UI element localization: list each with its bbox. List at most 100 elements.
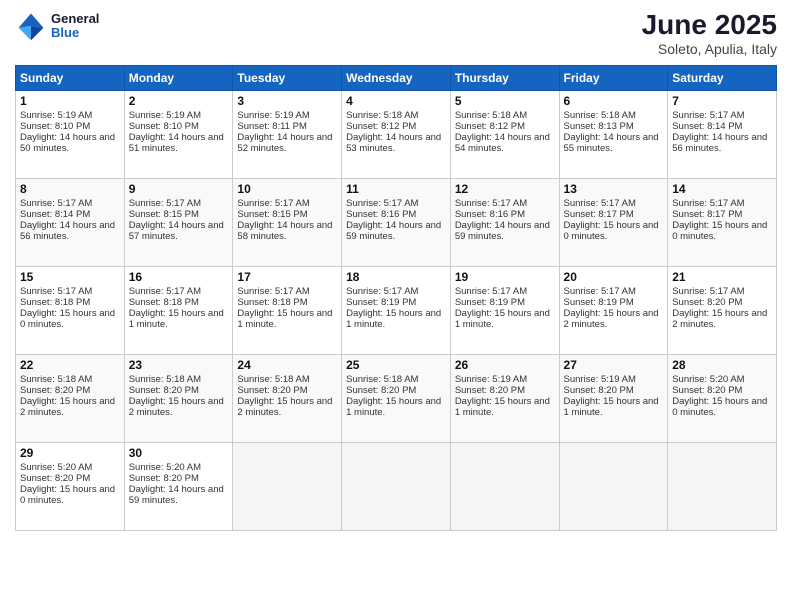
daylight-label: Daylight: 15 hours and 0 minutes. — [564, 220, 659, 242]
table-row: 23 Sunrise: 5:18 AM Sunset: 8:20 PM Dayl… — [124, 354, 233, 442]
sunset-text: Sunset: 8:15 PM — [129, 209, 199, 220]
sunset-text: Sunset: 8:20 PM — [346, 385, 416, 396]
table-row — [559, 442, 668, 530]
sunset-text: Sunset: 8:16 PM — [455, 209, 525, 220]
day-number: 27 — [564, 358, 664, 372]
sunset-text: Sunset: 8:19 PM — [564, 297, 634, 308]
daylight-label: Daylight: 14 hours and 57 minutes. — [129, 220, 224, 242]
table-row: 6 Sunrise: 5:18 AM Sunset: 8:13 PM Dayli… — [559, 90, 668, 178]
col-tuesday: Tuesday — [233, 65, 342, 90]
daylight-label: Daylight: 14 hours and 58 minutes. — [237, 220, 332, 242]
sunrise-text: Sunrise: 5:17 AM — [564, 286, 636, 297]
logo-text: General Blue — [51, 12, 99, 41]
sunrise-text: Sunrise: 5:17 AM — [346, 286, 418, 297]
day-number: 18 — [346, 270, 446, 284]
sunset-text: Sunset: 8:20 PM — [564, 385, 634, 396]
table-row: 29 Sunrise: 5:20 AM Sunset: 8:20 PM Dayl… — [16, 442, 125, 530]
daylight-label: Daylight: 15 hours and 1 minute. — [346, 308, 441, 330]
table-row: 16 Sunrise: 5:17 AM Sunset: 8:18 PM Dayl… — [124, 266, 233, 354]
sunrise-text: Sunrise: 5:17 AM — [129, 198, 201, 209]
table-row: 18 Sunrise: 5:17 AM Sunset: 8:19 PM Dayl… — [342, 266, 451, 354]
sunrise-text: Sunrise: 5:17 AM — [237, 198, 309, 209]
day-number: 28 — [672, 358, 772, 372]
sunset-text: Sunset: 8:15 PM — [237, 209, 307, 220]
day-number: 19 — [455, 270, 555, 284]
table-row: 3 Sunrise: 5:19 AM Sunset: 8:11 PM Dayli… — [233, 90, 342, 178]
sunset-text: Sunset: 8:16 PM — [346, 209, 416, 220]
sunrise-text: Sunrise: 5:17 AM — [20, 286, 92, 297]
sunset-text: Sunset: 8:20 PM — [455, 385, 525, 396]
sunrise-text: Sunrise: 5:20 AM — [129, 462, 201, 473]
table-row: 7 Sunrise: 5:17 AM Sunset: 8:14 PM Dayli… — [668, 90, 777, 178]
daylight-label: Daylight: 15 hours and 2 minutes. — [237, 396, 332, 418]
sunrise-text: Sunrise: 5:18 AM — [346, 110, 418, 121]
day-number: 10 — [237, 182, 337, 196]
daylight-label: Daylight: 14 hours and 54 minutes. — [455, 132, 550, 154]
sunset-text: Sunset: 8:17 PM — [672, 209, 742, 220]
day-number: 25 — [346, 358, 446, 372]
daylight-label: Daylight: 14 hours and 50 minutes. — [20, 132, 115, 154]
day-number: 3 — [237, 94, 337, 108]
sunrise-text: Sunrise: 5:18 AM — [20, 374, 92, 385]
sunset-text: Sunset: 8:10 PM — [20, 121, 90, 132]
sunrise-text: Sunrise: 5:18 AM — [346, 374, 418, 385]
day-number: 7 — [672, 94, 772, 108]
sunset-text: Sunset: 8:12 PM — [346, 121, 416, 132]
sunset-text: Sunset: 8:11 PM — [237, 121, 307, 132]
table-row: 4 Sunrise: 5:18 AM Sunset: 8:12 PM Dayli… — [342, 90, 451, 178]
logo: General Blue — [15, 10, 99, 42]
calendar-week-row: 8 Sunrise: 5:17 AM Sunset: 8:14 PM Dayli… — [16, 178, 777, 266]
table-row: 27 Sunrise: 5:19 AM Sunset: 8:20 PM Dayl… — [559, 354, 668, 442]
table-row: 2 Sunrise: 5:19 AM Sunset: 8:10 PM Dayli… — [124, 90, 233, 178]
daylight-label: Daylight: 15 hours and 2 minutes. — [672, 308, 767, 330]
sunrise-text: Sunrise: 5:19 AM — [455, 374, 527, 385]
daylight-label: Daylight: 14 hours and 56 minutes. — [20, 220, 115, 242]
logo-icon — [15, 10, 47, 42]
day-number: 16 — [129, 270, 229, 284]
day-number: 13 — [564, 182, 664, 196]
day-number: 15 — [20, 270, 120, 284]
table-row: 26 Sunrise: 5:19 AM Sunset: 8:20 PM Dayl… — [450, 354, 559, 442]
sunrise-text: Sunrise: 5:20 AM — [672, 374, 744, 385]
daylight-label: Daylight: 15 hours and 1 minute. — [455, 308, 550, 330]
sunrise-text: Sunrise: 5:18 AM — [564, 110, 636, 121]
daylight-label: Daylight: 14 hours and 53 minutes. — [346, 132, 441, 154]
sunset-text: Sunset: 8:18 PM — [129, 297, 199, 308]
day-number: 6 — [564, 94, 664, 108]
daylight-label: Daylight: 15 hours and 1 minute. — [455, 396, 550, 418]
day-number: 11 — [346, 182, 446, 196]
sunrise-text: Sunrise: 5:19 AM — [129, 110, 201, 121]
table-row: 13 Sunrise: 5:17 AM Sunset: 8:17 PM Dayl… — [559, 178, 668, 266]
daylight-label: Daylight: 15 hours and 2 minutes. — [129, 396, 224, 418]
day-number: 24 — [237, 358, 337, 372]
daylight-label: Daylight: 14 hours and 51 minutes. — [129, 132, 224, 154]
sunset-text: Sunset: 8:17 PM — [564, 209, 634, 220]
sunset-text: Sunset: 8:10 PM — [129, 121, 199, 132]
daylight-label: Daylight: 14 hours and 56 minutes. — [672, 132, 767, 154]
daylight-label: Daylight: 15 hours and 2 minutes. — [20, 396, 115, 418]
daylight-label: Daylight: 14 hours and 59 minutes. — [455, 220, 550, 242]
sunrise-text: Sunrise: 5:17 AM — [455, 198, 527, 209]
daylight-label: Daylight: 15 hours and 1 minute. — [564, 396, 659, 418]
daylight-label: Daylight: 15 hours and 0 minutes. — [672, 396, 767, 418]
calendar-week-row: 22 Sunrise: 5:18 AM Sunset: 8:20 PM Dayl… — [16, 354, 777, 442]
daylight-label: Daylight: 15 hours and 1 minute. — [346, 396, 441, 418]
daylight-label: Daylight: 15 hours and 0 minutes. — [20, 308, 115, 330]
daylight-label: Daylight: 15 hours and 1 minute. — [237, 308, 332, 330]
day-number: 29 — [20, 446, 120, 460]
page-container: General Blue June 2025 Soleto, Apulia, I… — [0, 0, 792, 541]
daylight-label: Daylight: 14 hours and 59 minutes. — [129, 484, 224, 506]
month-title: June 2025 — [642, 10, 777, 41]
table-row — [233, 442, 342, 530]
table-row: 9 Sunrise: 5:17 AM Sunset: 8:15 PM Dayli… — [124, 178, 233, 266]
daylight-label: Daylight: 15 hours and 2 minutes. — [564, 308, 659, 330]
day-number: 4 — [346, 94, 446, 108]
table-row: 21 Sunrise: 5:17 AM Sunset: 8:20 PM Dayl… — [668, 266, 777, 354]
sunrise-text: Sunrise: 5:18 AM — [129, 374, 201, 385]
sunset-text: Sunset: 8:18 PM — [237, 297, 307, 308]
table-row: 19 Sunrise: 5:17 AM Sunset: 8:19 PM Dayl… — [450, 266, 559, 354]
calendar-week-row: 29 Sunrise: 5:20 AM Sunset: 8:20 PM Dayl… — [16, 442, 777, 530]
title-block: June 2025 Soleto, Apulia, Italy — [642, 10, 777, 57]
sunset-text: Sunset: 8:18 PM — [20, 297, 90, 308]
table-row: 14 Sunrise: 5:17 AM Sunset: 8:17 PM Dayl… — [668, 178, 777, 266]
